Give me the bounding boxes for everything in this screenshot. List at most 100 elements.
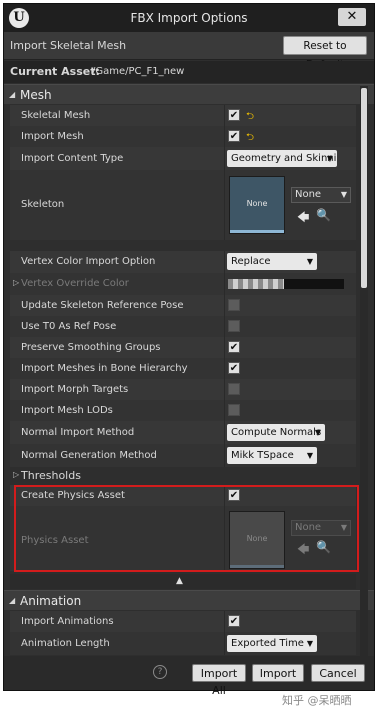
divider (224, 126, 225, 147)
details-scrollbar[interactable] (360, 86, 368, 656)
row-thresholds[interactable]: ▷ Thresholds (10, 467, 356, 485)
preserve-smoothing-groups-label: Preserve Smoothing Groups (21, 342, 161, 353)
reset-to-default-icon[interactable]: ⮌ (246, 130, 254, 147)
import-morph-targets-label: Import Morph Targets (21, 384, 129, 395)
import-button[interactable]: Import (252, 664, 304, 682)
import-meshes-in-bone-hierarchy-checkbox[interactable]: ✔ (228, 362, 240, 374)
row-import-animations: Import Animations ✔ (10, 611, 356, 632)
row-use-t0-as-ref-pose: Use T0 As Ref Pose (10, 316, 356, 337)
divider (224, 632, 225, 655)
browse-search-icon[interactable]: 🔍 (316, 208, 331, 222)
expand-down-icon: ◢ (9, 90, 16, 99)
import-mesh-checkbox[interactable]: ✔ (228, 130, 240, 142)
chevron-down-icon: ▼ (306, 639, 313, 648)
update-skeleton-reference-pose-checkbox[interactable] (228, 299, 240, 311)
chevron-down-icon: ▼ (306, 257, 313, 266)
normal-generation-method-label: Normal Generation Method (21, 450, 157, 461)
physics-highlight-box (14, 485, 359, 572)
import-type-header: Import Skeletal Mesh Reset to Default (4, 32, 374, 71)
close-button[interactable]: ✕ (338, 8, 366, 26)
row-import-meshes-in-bone-hierarchy: Import Meshes in Bone Hierarchy ✔ (10, 358, 356, 379)
import-mesh-lods-checkbox[interactable] (228, 404, 240, 416)
import-content-type-value: Geometry and Skinni (231, 153, 337, 164)
update-skeleton-reference-pose-label: Update Skeleton Reference Pose (21, 300, 184, 311)
normal-import-method-dropdown[interactable]: Compute Normals ▼ (227, 424, 325, 441)
reset-to-default-button[interactable]: Reset to Default (283, 36, 367, 71)
divider (224, 170, 225, 240)
skeleton-combo-value: None (295, 189, 322, 200)
vertex-override-color-label: Vertex Override Color (21, 278, 129, 289)
divider (224, 400, 225, 421)
chevron-down-icon: ▼ (340, 190, 347, 199)
skeleton-asset-dropdown[interactable]: None ▼ (291, 187, 351, 203)
normal-generation-method-dropdown[interactable]: Mikk TSpace ▼ (227, 447, 317, 464)
window-title: FBX Import Options (130, 11, 248, 25)
use-t0-as-ref-pose-label: Use T0 As Ref Pose (21, 321, 117, 332)
animation-length-value: Exported Time (231, 638, 304, 649)
divider (224, 316, 225, 337)
preserve-smoothing-groups-checkbox[interactable]: ✔ (228, 341, 240, 353)
row-normal-generation-method: Normal Generation Method Mikk TSpace ▼ (10, 444, 356, 467)
import-content-type-label: Import Content Type (21, 153, 124, 164)
divider (224, 421, 225, 444)
reset-to-default-icon[interactable]: ⮌ (246, 109, 254, 126)
thumbnail-bar (230, 230, 284, 233)
import-skeletal-mesh-label: Import Skeletal Mesh (10, 39, 127, 52)
skeletal-mesh-checkbox[interactable]: ✔ (228, 109, 240, 121)
row-import-mesh: Import Mesh ✔ ⮌ (10, 126, 356, 147)
chevron-down-icon: ▼ (314, 428, 321, 437)
row-animation-length: Animation Length Exported Time ▼ (10, 632, 356, 655)
row-preserve-smoothing-groups: Preserve Smoothing Groups ✔ (10, 337, 356, 358)
divider (224, 358, 225, 379)
divider (224, 273, 225, 295)
chevron-down-icon: ▼ (326, 154, 333, 163)
vertex-color-import-option-value: Replace (231, 256, 271, 267)
animation-section-title: Animation (20, 594, 82, 608)
expand-right-icon[interactable]: ▷ (13, 470, 19, 479)
row-normal-import-method: Normal Import Method Compute Normals ▼ (10, 421, 356, 444)
help-icon[interactable]: ? (153, 665, 167, 679)
import-animations-label: Import Animations (21, 616, 114, 627)
cancel-button[interactable]: Cancel (311, 664, 365, 682)
row-skeleton: Skeleton None None ▼ 🡄 🔍 (10, 170, 356, 240)
divider (224, 611, 225, 632)
row-import-morph-targets: Import Morph Targets (10, 379, 356, 400)
row-vertex-override-color: ▷ Vertex Override Color (10, 273, 356, 295)
expand-down-icon: ◢ (9, 596, 16, 605)
animation-length-dropdown[interactable]: Exported Time ▼ (227, 635, 317, 652)
use-t0-as-ref-pose-checkbox[interactable] (228, 320, 240, 332)
import-mesh-lods-label: Import Mesh LODs (21, 405, 113, 416)
divider (224, 105, 225, 126)
vertex-override-color-swatch[interactable] (228, 279, 344, 289)
import-all-button[interactable]: Import All (192, 664, 246, 697)
current-asset-path: /Game/PC_F1_new (92, 66, 185, 77)
title-bar[interactable]: U FBX Import Options ✕ (4, 4, 374, 32)
use-selected-arrow-icon[interactable]: 🡄 (297, 208, 309, 229)
import-morph-targets-checkbox[interactable] (228, 383, 240, 395)
current-asset-label: Current Asset: (10, 65, 100, 78)
chevron-down-icon: ▼ (306, 451, 313, 460)
thresholds-label: Thresholds (21, 469, 81, 482)
row-import-content-type: Import Content Type Geometry and Skinni … (10, 147, 356, 170)
row-update-skeleton-reference-pose: Update Skeleton Reference Pose (10, 295, 356, 316)
animation-section-header[interactable]: ◢ Animation (4, 590, 374, 610)
divider (224, 295, 225, 316)
vertex-color-import-option-dropdown[interactable]: Replace ▼ (227, 253, 317, 270)
skeleton-asset-thumbnail[interactable]: None (229, 176, 285, 234)
divider (224, 251, 225, 273)
advanced-collapse-bar[interactable]: ▲ (10, 574, 356, 589)
fbx-import-options-window: U FBX Import Options ✕ Import Skeletal M… (3, 3, 375, 697)
import-animations-checkbox[interactable]: ✔ (228, 615, 240, 627)
row-vertex-color-import-option: Vertex Color Import Option Replace ▼ (10, 251, 356, 273)
row-skeletal-mesh: Skeletal Mesh ✔ ⮌ (10, 105, 356, 126)
divider (224, 379, 225, 400)
import-content-type-dropdown[interactable]: Geometry and Skinni ▼ (227, 150, 337, 167)
mesh-section-header[interactable]: ◢ Mesh (4, 84, 374, 104)
skeleton-label: Skeleton (21, 199, 65, 210)
divider (224, 147, 225, 170)
scrollbar-thumb[interactable] (361, 88, 367, 288)
skeleton-thumbnail-text: None (246, 199, 268, 208)
expand-right-icon[interactable]: ▷ (13, 278, 19, 287)
skeletal-mesh-label: Skeletal Mesh (21, 110, 91, 121)
watermark-text: 知乎 @呆晒晒 (282, 694, 352, 707)
